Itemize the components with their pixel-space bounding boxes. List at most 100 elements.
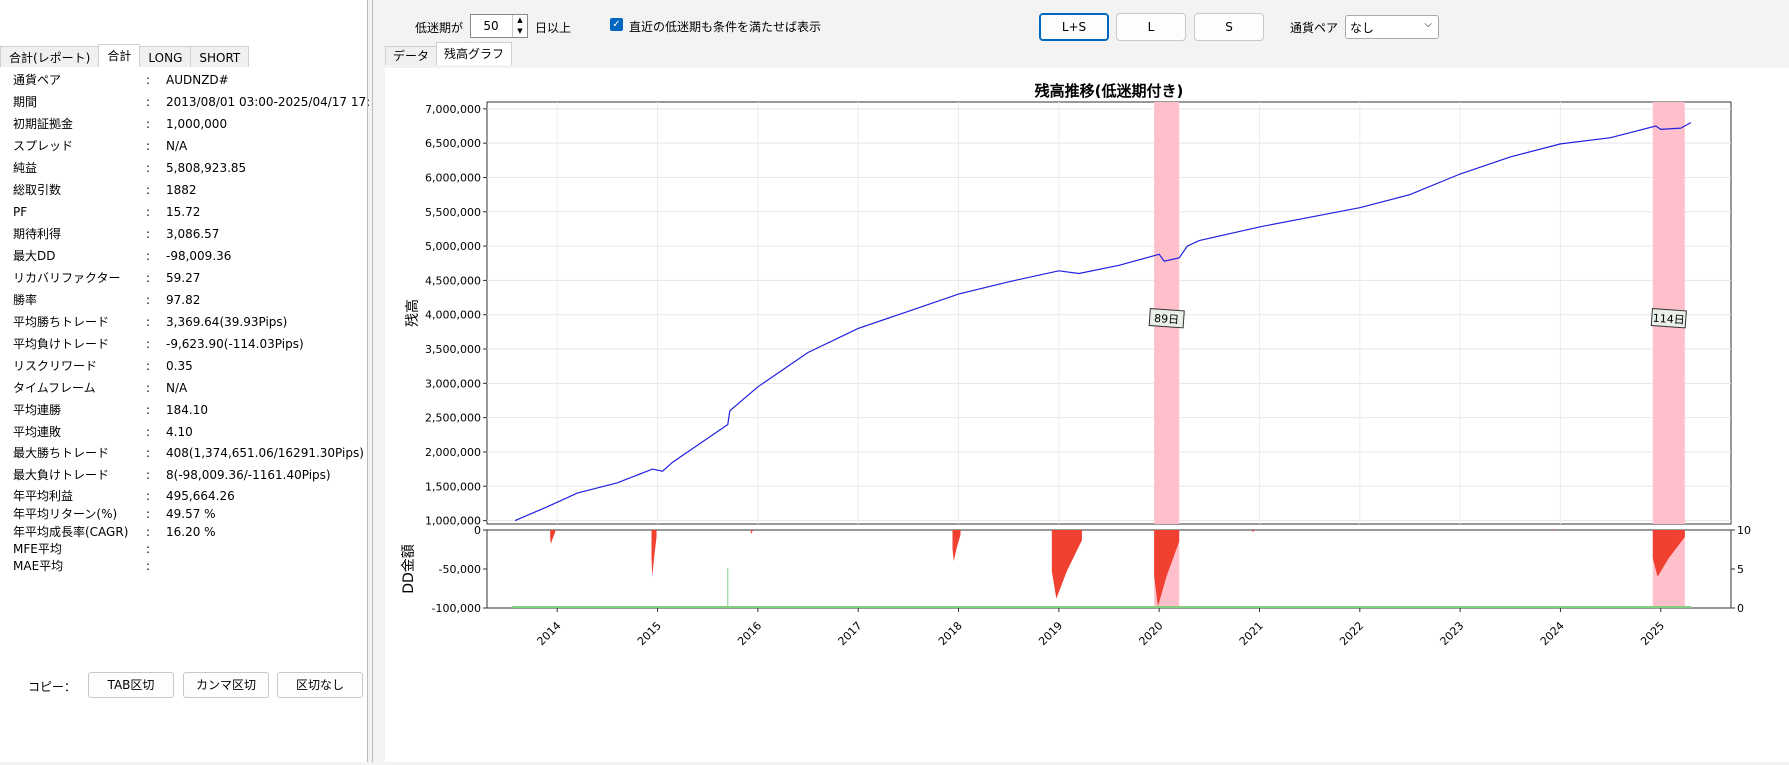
stat-value: 0.35 bbox=[166, 359, 193, 373]
x-tick-label: 2015 bbox=[635, 619, 664, 648]
copy-label: コピー： bbox=[28, 680, 77, 694]
slump-label: 89日 bbox=[1154, 312, 1180, 327]
splitter[interactable] bbox=[367, 0, 368, 762]
stat-label: タイムフレーム bbox=[13, 381, 96, 395]
stat-colon: : bbox=[146, 293, 151, 307]
tab-data[interactable]: データ bbox=[385, 46, 438, 65]
stat-colon: : bbox=[146, 227, 151, 241]
stat-label: 年平均成長率(CAGR) bbox=[13, 525, 129, 539]
chart-title: 残高推移(低迷期付き) bbox=[1035, 82, 1184, 100]
stat-colon: : bbox=[146, 271, 151, 285]
x-tick-label: 2022 bbox=[1337, 619, 1366, 648]
stat-colon: : bbox=[146, 315, 151, 329]
stat-colon: : bbox=[146, 507, 151, 521]
x-tick-label: 2025 bbox=[1638, 619, 1667, 648]
stat-label: リカバリファクター bbox=[13, 271, 121, 285]
x-tick-label: 2019 bbox=[1036, 619, 1065, 648]
mode-s-button[interactable]: S bbox=[1194, 13, 1264, 41]
x-tick-label: 2014 bbox=[535, 619, 564, 648]
stat-value: N/A bbox=[166, 381, 188, 395]
stat-label: 純益 bbox=[13, 161, 38, 175]
stat-colon: : bbox=[146, 425, 151, 439]
pair-select[interactable]: なし ⌵ bbox=[1345, 15, 1439, 39]
x-tick-label: 2017 bbox=[836, 619, 865, 648]
stat-colon: : bbox=[146, 73, 151, 87]
stat-colon: : bbox=[146, 161, 151, 175]
slump-label-box: 114日 bbox=[1650, 308, 1687, 329]
stat-label: MAE平均 bbox=[13, 559, 64, 573]
dd-y-tick-label: -50,000 bbox=[439, 563, 481, 576]
y-tick-label: 2,000,000 bbox=[425, 446, 481, 459]
stat-colon: : bbox=[146, 381, 151, 395]
stat-label: スプレッド bbox=[13, 139, 74, 153]
stat-label: 年平均リターン(%) bbox=[13, 507, 118, 521]
recent-slump-checkbox[interactable]: ✓ bbox=[610, 18, 623, 31]
view-tab-bar: データ 残高グラフ bbox=[385, 42, 513, 65]
recent-check-label: 直近の低迷期も条件を満たせば表示 bbox=[629, 20, 822, 34]
stepper-up-icon[interactable]: ▲ bbox=[512, 15, 527, 26]
tab-short[interactable]: SHORT bbox=[190, 46, 250, 67]
slump-days-value[interactable]: 50 bbox=[471, 15, 511, 37]
stat-value: -98,009.36 bbox=[166, 249, 232, 263]
y-tick-label: 6,500,000 bbox=[425, 137, 481, 150]
y-tick-label: 6,000,000 bbox=[425, 171, 481, 184]
stat-value: 16.20 % bbox=[166, 525, 216, 539]
y-tick-label: 4,000,000 bbox=[425, 309, 481, 322]
tab-balance-graph[interactable]: 残高グラフ bbox=[436, 42, 513, 65]
copy-none-button[interactable]: 区切なし bbox=[277, 672, 363, 698]
stat-label: 総取引数 bbox=[13, 183, 62, 197]
dd-y2-tick-label: 5 bbox=[1737, 563, 1744, 576]
y-tick-label: 7,000,000 bbox=[425, 103, 481, 116]
stat-value: 495,664.26 bbox=[166, 489, 235, 503]
stat-label: 平均勝ちトレード bbox=[13, 315, 110, 329]
stat-colon: : bbox=[146, 489, 151, 503]
stat-value: 3,369.64(39.93Pips) bbox=[166, 315, 288, 329]
stat-label: PF bbox=[13, 205, 28, 219]
pair-select-value: なし bbox=[1350, 21, 1375, 35]
stat-colon: : bbox=[146, 183, 151, 197]
pair-label: 通貨ペア bbox=[1290, 21, 1339, 35]
y-tick-label: 5,500,000 bbox=[425, 206, 481, 219]
stat-value: 2013/08/01 03:00-2025/04/17 17: bbox=[166, 95, 371, 109]
copy-comma-button[interactable]: カンマ区切 bbox=[183, 672, 269, 698]
stat-colon: : bbox=[146, 337, 151, 351]
tab-total-report[interactable]: 合計(レポート) bbox=[0, 46, 100, 67]
stat-label: 年平均利益 bbox=[13, 489, 74, 503]
mode-l-button[interactable]: L bbox=[1116, 13, 1186, 41]
stepper-down-icon[interactable]: ▼ bbox=[512, 26, 527, 37]
stat-colon: : bbox=[146, 403, 151, 417]
stat-colon: : bbox=[146, 249, 151, 263]
stat-label: 期間 bbox=[13, 95, 38, 109]
stat-colon: : bbox=[146, 542, 151, 556]
tab-total[interactable]: 合計 bbox=[98, 44, 141, 67]
stat-colon: : bbox=[146, 559, 151, 573]
stat-label: 平均負けトレード bbox=[13, 337, 110, 351]
stat-value: 97.82 bbox=[166, 293, 201, 307]
stat-colon: : bbox=[146, 468, 151, 482]
chevron-down-icon: ⌵ bbox=[1424, 19, 1432, 30]
mode-ls-button[interactable]: L+S bbox=[1039, 13, 1109, 41]
chart-svg: 1,000,000 1,500,000 2,000,000 2,500,000 3,00… bbox=[401, 82, 1751, 648]
dd-y-tick-label: 0 bbox=[474, 524, 481, 537]
y-tick-label: 3,000,000 bbox=[425, 377, 481, 390]
stat-value: AUDNZD# bbox=[166, 73, 229, 87]
stat-value: 3,086.57 bbox=[166, 227, 220, 241]
stat-label: 最大負けトレード bbox=[13, 468, 110, 482]
stat-colon: : bbox=[146, 117, 151, 131]
stat-value: 408(1,374,651.06/16291.30Pips) bbox=[166, 446, 364, 460]
dd-y-axis-label: DD金額 bbox=[401, 544, 417, 594]
copy-tab-button[interactable]: TAB区切 bbox=[88, 672, 174, 698]
dd-plot-frame bbox=[486, 529, 1732, 609]
stat-colon: : bbox=[146, 205, 151, 219]
stats-panel: 合計(レポート) 合計 LONG SHORT 通貨ペア: AUDNZD# 期間: 20… bbox=[0, 0, 371, 762]
stat-value: -9,623.90(-114.03Pips) bbox=[166, 337, 304, 351]
stat-value: 15.72 bbox=[166, 205, 201, 219]
stat-value: 49.57 % bbox=[166, 507, 216, 521]
plot-frame bbox=[486, 101, 1732, 525]
stat-label: 勝率 bbox=[13, 293, 38, 307]
stat-label: MFE平均 bbox=[13, 542, 62, 556]
tab-long[interactable]: LONG bbox=[139, 46, 192, 67]
stat-colon: : bbox=[146, 446, 151, 460]
slump-days-stepper[interactable]: 50 ▲ ▼ bbox=[470, 14, 528, 38]
y-tick-label: 1,500,000 bbox=[425, 480, 481, 493]
